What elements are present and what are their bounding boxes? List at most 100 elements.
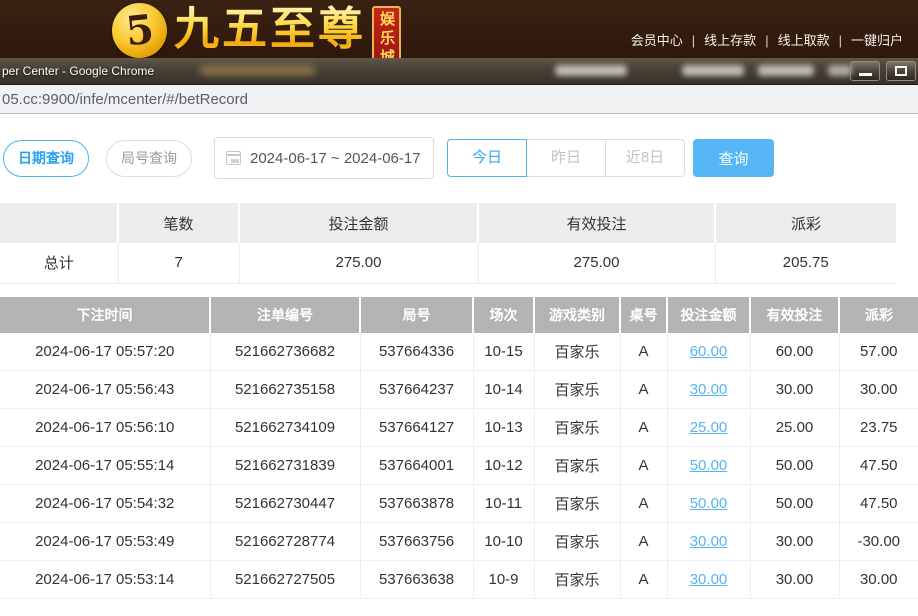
date-range-input[interactable]: 2024-06-17 ~ 2024-06-17 — [214, 137, 434, 179]
cell-table-no: A — [620, 561, 667, 599]
summary-header-valid-bet: 有效投注 — [478, 203, 715, 243]
cell-round-id: 537663756 — [360, 523, 473, 561]
cell-valid-bet: 25.00 — [750, 409, 839, 447]
cell-table-no: A — [620, 447, 667, 485]
filter-last8days-button[interactable]: 近8日 — [605, 139, 685, 177]
cell-round-id: 537663638 — [360, 561, 473, 599]
cell-order-id: 521662730447 — [210, 485, 360, 523]
cell-session: 10-12 — [473, 447, 534, 485]
nav-item-0[interactable]: 会员中心 — [631, 33, 683, 48]
cell-valid-bet: 30.00 — [750, 523, 839, 561]
nav-separator: | — [765, 33, 768, 48]
cell-session: 10-11 — [473, 485, 534, 523]
table-row: 2024-06-17 05:55:14 521662731839 5376640… — [0, 447, 918, 485]
cell-round-id: 537664001 — [360, 447, 473, 485]
filter-yesterday-button[interactable]: 昨日 — [526, 139, 606, 177]
blurred-user-info — [828, 65, 852, 76]
cell-order-id: 521662736682 — [210, 333, 360, 371]
bet-record-table: 下注时间 注单编号 局号 场次 游戏类别 桌号 投注金额 有效投注 派彩 202… — [0, 297, 918, 600]
nav-separator: | — [839, 33, 842, 48]
cell-payout: 30.00 — [839, 561, 918, 599]
cell-payout: 47.50 — [839, 447, 918, 485]
query-toolbar: 日期查询 局号查询 2024-06-17 ~ 2024-06-17 今日 昨日 … — [0, 137, 918, 179]
bet-amount-link[interactable]: 50.00 — [690, 457, 728, 474]
bet-amount-link[interactable]: 50.00 — [690, 495, 728, 512]
nav-item-3[interactable]: 一键归户 — [851, 33, 903, 48]
cell-table-no: A — [620, 333, 667, 371]
cell-bet-time: 2024-06-17 05:56:43 — [0, 371, 210, 409]
minimize-icon — [859, 73, 872, 76]
cell-game-type: 百家乐 — [534, 333, 620, 371]
cell-order-id: 521662734109 — [210, 409, 360, 447]
top-nav: 会员中心|线上存款|线上取款|一键归户 — [622, 30, 912, 49]
cell-table-no: A — [620, 371, 667, 409]
cell-bet-time: 2024-06-17 05:53:49 — [0, 523, 210, 561]
cell-bet-amount: 30.00 — [667, 371, 750, 409]
table-row: 2024-06-17 05:56:43 521662735158 5376642… — [0, 371, 918, 409]
table-row: 2024-06-17 05:56:10 521662734109 5376641… — [0, 409, 918, 447]
bet-table-body: 2024-06-17 05:57:20 521662736682 5376643… — [0, 333, 918, 599]
cell-valid-bet: 30.00 — [750, 371, 839, 409]
cell-order-id: 521662727505 — [210, 561, 360, 599]
cell-order-id: 521662728774 — [210, 523, 360, 561]
quick-filter-group: 今日 昨日 近8日 — [447, 139, 685, 177]
blurred-user-info — [758, 65, 814, 76]
cell-payout: -30.00 — [839, 523, 918, 561]
cell-valid-bet: 30.00 — [750, 561, 839, 599]
summary-header-count: 笔数 — [118, 203, 239, 243]
search-button[interactable]: 查询 — [693, 139, 774, 177]
logo-coin-icon: 5 — [112, 3, 167, 58]
window-titlebar: per Center - Google Chrome — [0, 58, 918, 85]
page-content: 日期查询 局号查询 2024-06-17 ~ 2024-06-17 今日 昨日 … — [0, 137, 918, 599]
cell-session: 10-9 — [473, 561, 534, 599]
summary-total-count: 7 — [118, 243, 239, 283]
address-bar[interactable]: 05.cc:9900/infe/mcenter/#/betRecord — [0, 85, 918, 114]
blurred-user-info — [555, 65, 627, 76]
cell-valid-bet: 50.00 — [750, 447, 839, 485]
date-range-value: 2024-06-17 ~ 2024-06-17 — [250, 150, 421, 167]
summary-header-payout: 派彩 — [715, 203, 896, 243]
cell-bet-amount: 30.00 — [667, 523, 750, 561]
table-row: 2024-06-17 05:53:14 521662727505 5376636… — [0, 561, 918, 599]
col-valid-bet: 有效投注 — [750, 297, 839, 333]
address-url: 05.cc:9900/infe/mcenter/#/betRecord — [2, 91, 248, 108]
cell-game-type: 百家乐 — [534, 447, 620, 485]
tab-round-query[interactable]: 局号查询 — [106, 140, 192, 177]
tab-date-query[interactable]: 日期查询 — [3, 140, 89, 177]
cell-table-no: A — [620, 409, 667, 447]
cell-round-id: 537664237 — [360, 371, 473, 409]
table-row: 2024-06-17 05:57:20 521662736682 5376643… — [0, 333, 918, 371]
cell-payout: 23.75 — [839, 409, 918, 447]
nav-item-2[interactable]: 线上取款 — [778, 33, 830, 48]
cell-payout: 47.50 — [839, 485, 918, 523]
cell-bet-time: 2024-06-17 05:53:14 — [0, 561, 210, 599]
brand-badge: 娱乐城 — [372, 6, 401, 58]
brand-title: 九五至尊 — [174, 1, 366, 57]
summary-table: 笔数 投注金额 有效投注 派彩 总计 7 275.00 275.00 205.7… — [0, 203, 896, 284]
minimize-button[interactable] — [850, 61, 880, 81]
summary-header-bet-amount: 投注金额 — [239, 203, 478, 243]
bet-amount-link[interactable]: 25.00 — [690, 419, 728, 436]
site-header: 5 九五至尊 娱乐城 会员中心|线上存款|线上取款|一键归户 — [0, 0, 918, 58]
cell-game-type: 百家乐 — [534, 409, 620, 447]
bet-amount-link[interactable]: 30.00 — [690, 571, 728, 588]
blurred-decoration — [200, 66, 315, 75]
summary-total-bet-amount: 275.00 — [239, 243, 478, 283]
col-round-id: 局号 — [360, 297, 473, 333]
cell-bet-time: 2024-06-17 05:54:32 — [0, 485, 210, 523]
cell-game-type: 百家乐 — [534, 561, 620, 599]
cell-bet-amount: 50.00 — [667, 485, 750, 523]
bet-amount-link[interactable]: 30.00 — [690, 533, 728, 550]
filter-today-button[interactable]: 今日 — [447, 139, 527, 177]
site-logo: 5 九五至尊 娱乐城 — [112, 1, 401, 58]
cell-payout: 30.00 — [839, 371, 918, 409]
blurred-user-info — [682, 65, 744, 76]
summary-header-row: 笔数 投注金额 有效投注 派彩 — [0, 203, 896, 243]
bet-amount-link[interactable]: 60.00 — [690, 343, 728, 360]
nav-item-1[interactable]: 线上存款 — [704, 33, 756, 48]
maximize-button[interactable] — [886, 61, 916, 81]
cell-valid-bet: 50.00 — [750, 485, 839, 523]
cell-bet-amount: 25.00 — [667, 409, 750, 447]
bet-amount-link[interactable]: 30.00 — [690, 381, 728, 398]
maximize-icon — [895, 66, 907, 76]
